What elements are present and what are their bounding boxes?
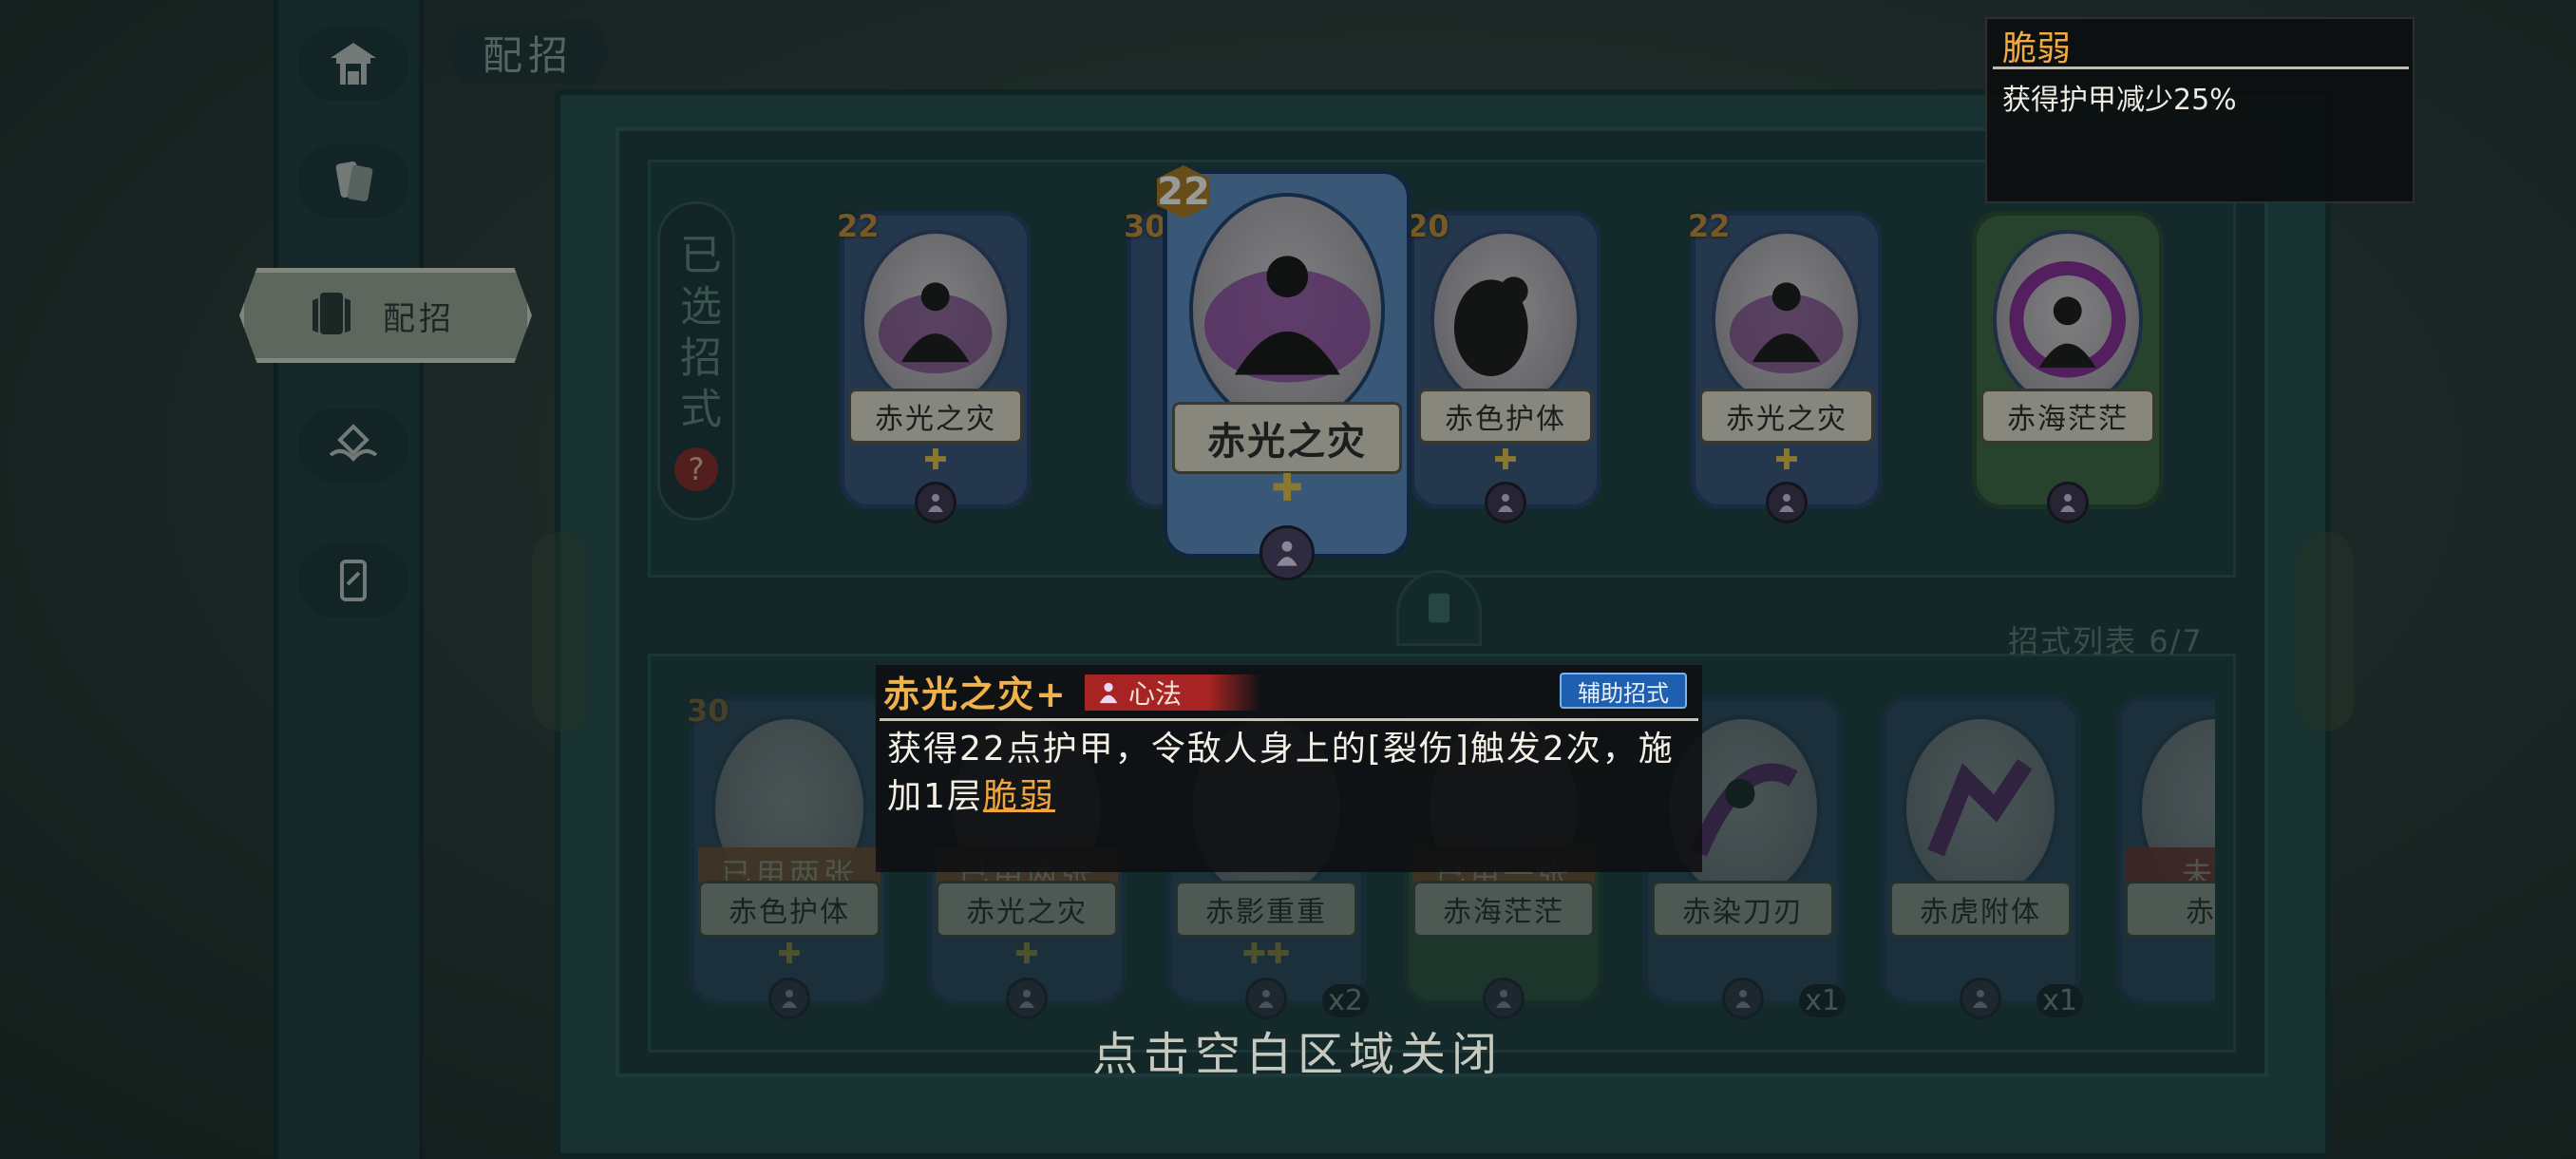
detail-description: 获得22点护甲，令敌人身上的[裂伤]触发2次，施加1层脆弱: [887, 726, 1695, 821]
keyword-link[interactable]: 脆弱: [983, 777, 1055, 816]
detail-card-type-label: 心法: [1128, 678, 1183, 710]
tooltip-divider: [1993, 66, 2409, 69]
detail-card-name: 赤光之灾+: [883, 674, 1068, 715]
detail-card-type: 心法: [1085, 674, 1261, 711]
tooltip-description: 获得护甲减少25%: [2002, 84, 2237, 117]
detail-divider: [880, 718, 1698, 721]
meditation-icon: [1099, 682, 1118, 704]
close-hint: 点击空白区域关闭: [1092, 1028, 1504, 1081]
support-skill-badge: 辅助招式: [1560, 673, 1687, 709]
tooltip-title: 脆弱: [2002, 29, 2072, 68]
